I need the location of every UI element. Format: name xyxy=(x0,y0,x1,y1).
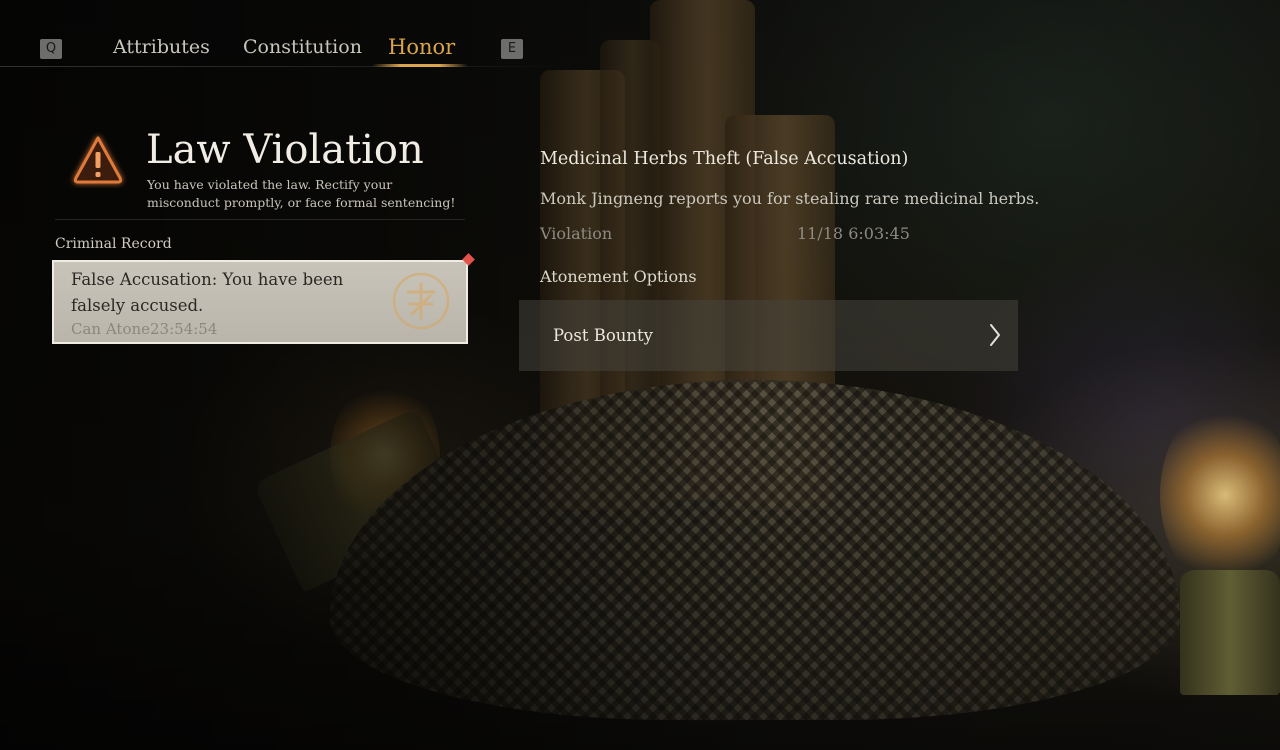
tab-attributes[interactable]: Attributes xyxy=(113,36,210,58)
law-description: You have violated the law. Rectify your … xyxy=(147,177,456,210)
option-label: Post Bounty xyxy=(553,326,653,345)
violation-title: Medicinal Herbs Theft (False Accusation) xyxy=(540,149,909,169)
page-title: Law Violation xyxy=(146,127,424,173)
section-divider xyxy=(55,219,465,220)
nav-divider xyxy=(0,66,560,67)
warning-triangle-icon xyxy=(68,132,128,188)
next-tab-key[interactable]: E xyxy=(501,39,523,59)
record-atone-timer: Can Atone23:54:54 xyxy=(71,320,218,338)
tab-constitution[interactable]: Constitution xyxy=(243,36,362,58)
violation-label: Violation xyxy=(540,224,613,243)
criminal-record-label: Criminal Record xyxy=(55,236,172,252)
violation-timestamp: 11/18 6:03:45 xyxy=(797,224,910,243)
violation-description: Monk Jingneng reports you for stealing r… xyxy=(540,189,1040,208)
top-nav: Q Attributes Constitution Honor E xyxy=(0,0,560,68)
game-screen: Q Attributes Constitution Honor E Law Vi… xyxy=(0,0,1280,750)
chevron-right-icon xyxy=(988,322,1002,348)
record-entry-text: False Accusation: You have been falsely … xyxy=(71,270,344,315)
tab-honor[interactable]: Honor xyxy=(388,35,455,59)
seal-stamp-icon xyxy=(390,270,452,332)
prev-tab-key[interactable]: Q xyxy=(40,39,62,59)
post-bounty-option[interactable]: Post Bounty xyxy=(519,300,1018,371)
atonement-options-label: Atonement Options xyxy=(540,267,697,286)
criminal-record-entry[interactable]: False Accusation: You have been falsely … xyxy=(52,260,468,344)
